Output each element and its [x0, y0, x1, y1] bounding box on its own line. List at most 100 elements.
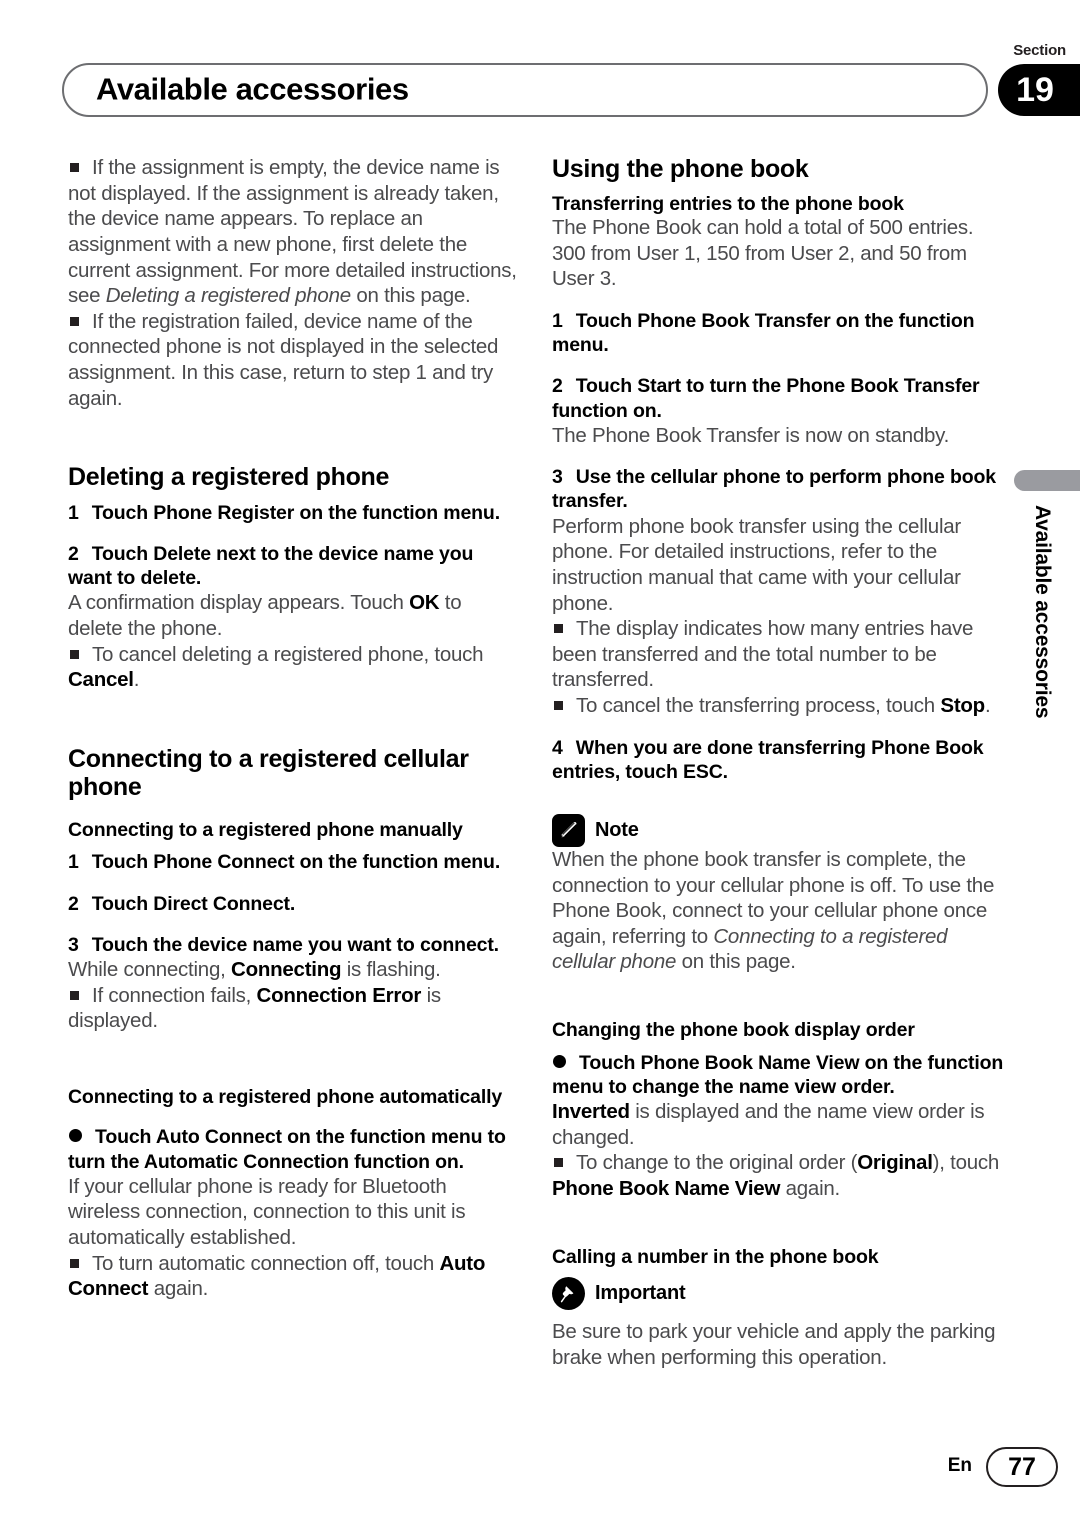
step-text: Touch Auto Connect on the function menu …: [68, 1126, 506, 1173]
note-body: When the phone book transfer is complete…: [552, 847, 1004, 975]
section-label: Section: [1013, 42, 1066, 59]
bullet-text: If the registration failed, device name …: [68, 309, 499, 410]
heading-connecting-registered-cellular-phone: Connecting to a registered cellular phon…: [68, 744, 469, 802]
ui-term: Connecting: [231, 957, 342, 981]
body-text-tail: on this page.: [676, 950, 796, 974]
ui-term: Stop: [940, 694, 985, 718]
step-body: Inverted is displayed and the name view …: [552, 1099, 1004, 1150]
round-bullet-icon: [553, 1054, 566, 1068]
side-tab-marker: [1014, 470, 1080, 491]
step-text: Touch Phone Connect on the function menu…: [91, 851, 501, 874]
bullet-text: To cancel deleting a registered phone, t…: [92, 642, 484, 666]
step-item: 2 Touch Start to turn the Phone Book Tran…: [552, 374, 1004, 422]
bullet-text: The display indicates how many entries h…: [552, 617, 974, 692]
step-number: 3: [552, 466, 563, 489]
step-text: Touch Phone Register on the function men…: [91, 501, 500, 524]
bullet-text: If connection fails,: [92, 983, 257, 1007]
step-number: 3: [68, 933, 79, 956]
step-number: 4: [552, 736, 563, 759]
list-item: The display indicates how many entries h…: [552, 616, 1004, 693]
page-title-pill: Available accessories: [62, 63, 988, 117]
list-item: To turn automatic connection off, touch …: [68, 1251, 520, 1302]
ui-term: Connection Error: [256, 983, 422, 1007]
step-item: 3 Touch the device name you want to conne…: [68, 933, 520, 957]
step-item: 1 Touch Phone Register on the function me…: [68, 501, 520, 525]
step-text: Touch Direct Connect.: [91, 892, 296, 915]
step-text: Use the cellular phone to perform phone …: [552, 466, 996, 513]
bullet-text: To turn automatic connection off, touch: [92, 1251, 440, 1275]
page-header: Section 19 Available accessories: [0, 0, 1080, 140]
bullet-text-mid: ), touch: [932, 1151, 1000, 1175]
page-number: 77: [986, 1447, 1058, 1487]
bullet-text-tail: on this page.: [350, 284, 471, 308]
round-bullet-icon: [69, 1129, 82, 1143]
bullet-text-tail: again.: [148, 1277, 209, 1301]
step-text: When you are done transferring Phone Boo…: [552, 736, 984, 783]
square-bullet-icon: [554, 701, 563, 711]
ui-term: OK: [409, 591, 440, 615]
step-number: 1: [68, 851, 79, 874]
important-label: Important: [595, 1282, 686, 1305]
step-item: Touch Auto Connect on the function menu …: [68, 1125, 520, 1173]
step-number: 2: [68, 542, 79, 565]
step-item: 4 When you are done transferring Phone Bo…: [552, 736, 1004, 784]
square-bullet-icon: [554, 624, 563, 634]
step-text: Touch Start to turn the Phone Book Trans…: [552, 375, 980, 422]
section-number-badge: 19: [998, 64, 1080, 116]
body-text-tail: is flashing.: [341, 957, 441, 981]
step-item: 2 Touch Delete next to the device name yo…: [68, 542, 520, 590]
step-item: 3 Use the cellular phone to perform phone…: [552, 465, 1004, 513]
body-text: A confirmation display appears. Touch: [68, 591, 410, 615]
step-text: Touch the device name you want to connec…: [91, 933, 499, 956]
list-item: If connection fails, Connection Error is…: [68, 983, 520, 1034]
section-intro: The Phone Book can hold a total of 500 e…: [552, 216, 974, 291]
step-number: 2: [552, 375, 563, 398]
square-bullet-icon: [554, 1158, 563, 1168]
step-body: If your cellular phone is ready for Blue…: [68, 1174, 466, 1249]
left-column: If the assignment is empty, the device n…: [68, 155, 520, 1302]
subheading-changing-display-order: Changing the phone book display order: [552, 1019, 915, 1042]
right-column: Using the phone book Transferring entrie…: [552, 155, 1004, 1370]
important-header: Important: [552, 1277, 1004, 1311]
pencil-icon: [552, 813, 585, 847]
bullet-text: To cancel the transferring process, touc…: [576, 694, 941, 718]
body-text: While connecting,: [68, 957, 232, 981]
step-body: The Phone Book Transfer is now on standb…: [552, 423, 950, 447]
step-text: Touch Phone Book Transfer on the functio…: [552, 309, 975, 357]
step-item: 2 Touch Direct Connect.: [68, 892, 520, 916]
subheading-transferring-entries: Transferring entries to the phone book: [552, 192, 904, 215]
page-title: Available accessories: [96, 71, 409, 107]
ui-term: Inverted: [552, 1100, 630, 1124]
ui-term: Phone Book Name View: [552, 1176, 781, 1200]
ui-term: Cancel: [68, 668, 134, 692]
square-bullet-icon: [70, 316, 79, 326]
side-tab-label: Available accessories: [1031, 505, 1054, 719]
page-footer: En 77: [0, 1447, 1080, 1491]
step-number: 2: [68, 892, 79, 915]
language-code: En: [947, 1455, 972, 1476]
step-body: A confirmation display appears. Touch OK…: [68, 590, 520, 641]
list-item: To change to the original order (Origina…: [552, 1150, 1004, 1201]
note-label: Note: [595, 818, 639, 841]
step-number: 1: [552, 309, 563, 332]
square-bullet-icon: [70, 990, 79, 1000]
square-bullet-icon: [70, 649, 79, 659]
